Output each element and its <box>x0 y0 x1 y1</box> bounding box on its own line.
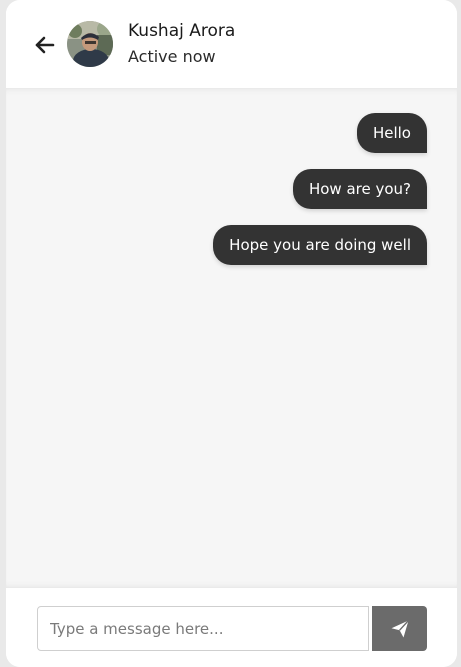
message-list: Hello How are you? Hope you are doing we… <box>6 88 457 588</box>
message-bubble: Hello <box>356 113 427 153</box>
message-bubble: Hope you are doing well <box>213 225 427 265</box>
arrow-left-icon <box>35 36 55 54</box>
contact-name: Kushaj Arora <box>128 21 236 41</box>
message-composer <box>6 588 457 667</box>
paper-plane-icon <box>391 619 409 637</box>
back-button[interactable] <box>32 32 58 58</box>
avatar[interactable] <box>67 21 113 67</box>
chat-window: Kushaj Arora Active now Hello How are yo… <box>6 0 457 667</box>
message-bubble: How are you? <box>292 169 427 209</box>
chat-header: Kushaj Arora Active now <box>6 0 457 88</box>
message-input[interactable] <box>37 606 369 651</box>
send-button[interactable] <box>372 606 427 651</box>
user-avatar <box>67 21 113 67</box>
contact-status: Active now <box>128 47 216 66</box>
